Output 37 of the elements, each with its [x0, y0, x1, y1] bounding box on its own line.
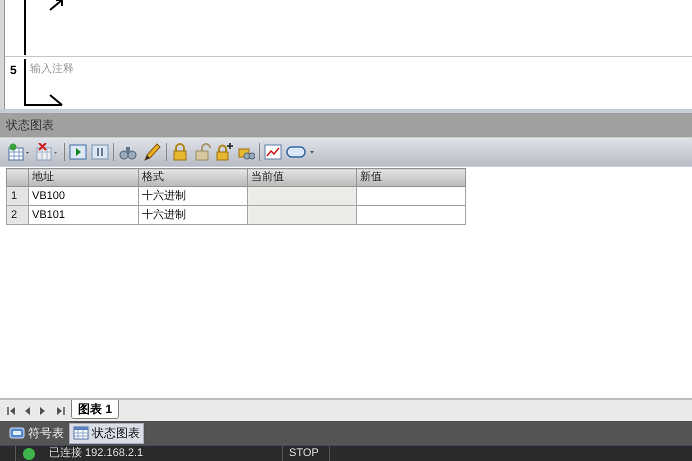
- pause-icon[interactable]: [91, 144, 109, 160]
- table-cell[interactable]: [248, 186, 356, 206]
- lock-icon[interactable]: [171, 143, 189, 161]
- table-cell[interactable]: [356, 186, 466, 206]
- tag-icon[interactable]: [286, 144, 316, 160]
- panel-title: 状态图表: [0, 113, 692, 138]
- column-header[interactable]: 格式: [138, 168, 248, 186]
- panel-tab[interactable]: 状态图表: [69, 422, 144, 444]
- first-page-icon[interactable]: [7, 407, 16, 415]
- next-icon[interactable]: [40, 407, 46, 415]
- sheet-tab[interactable]: 图表 1: [71, 400, 120, 419]
- column-header[interactable]: 当前值: [248, 168, 356, 186]
- table-cell[interactable]: VB100: [28, 186, 138, 206]
- delete-table-icon[interactable]: [36, 143, 60, 161]
- table-cell[interactable]: 十六进制: [138, 206, 248, 224]
- connection-status: 已连接 192.168.2.1: [49, 448, 144, 459]
- play-icon[interactable]: [69, 144, 87, 160]
- panel-tab[interactable]: 符号表: [6, 422, 67, 444]
- row-number: 1: [6, 186, 28, 206]
- chart-icon[interactable]: [264, 144, 282, 160]
- run-mode: STOP: [289, 448, 319, 459]
- table-cell[interactable]: 十六进制: [138, 186, 248, 206]
- table-cell[interactable]: [248, 206, 356, 224]
- table-cell[interactable]: [356, 206, 466, 224]
- pencil-icon[interactable]: [142, 143, 162, 161]
- lock-add-icon[interactable]: [215, 143, 233, 161]
- rung-drawing: [24, 0, 66, 56]
- column-header[interactable]: 地址: [28, 168, 138, 186]
- table-icon: [73, 426, 89, 440]
- column-header[interactable]: 新值: [356, 168, 466, 186]
- table-cell[interactable]: VB101: [28, 206, 138, 224]
- previous-icon[interactable]: [24, 407, 30, 415]
- last-page-icon[interactable]: [56, 407, 65, 415]
- symbol-table-icon: [9, 426, 25, 440]
- row-number: 2: [6, 206, 28, 224]
- insert-table-icon[interactable]: [8, 143, 32, 161]
- network-number: 5: [9, 62, 18, 79]
